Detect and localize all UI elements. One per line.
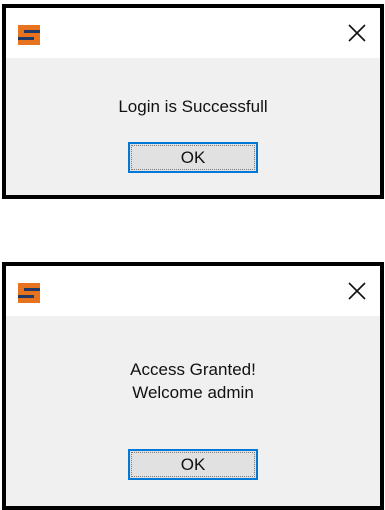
ok-button[interactable]: OK [128,142,258,173]
message-line: Login is Successfull [118,97,268,116]
close-icon [348,282,366,300]
ok-button-label: OK [180,454,206,474]
message-line: Access Granted! [130,360,256,379]
close-button[interactable] [334,8,380,58]
login-success-dialog: Login is Successfull OK [2,4,384,199]
dialog-titlebar[interactable] [6,8,380,58]
access-granted-dialog: Access Granted! Welcome admin OK [2,262,384,510]
dialog-message: Login is Successfull [6,95,380,118]
app-s-logo-icon [18,25,40,45]
ok-button-label: OK [180,147,206,167]
close-button[interactable] [334,266,380,316]
message-line: Welcome admin [132,383,254,402]
close-icon [348,24,366,42]
dialog-message: Access Granted! Welcome admin [6,358,380,404]
dialog-titlebar[interactable] [6,266,380,316]
ok-button[interactable]: OK [128,449,258,480]
app-s-logo-icon [18,283,40,303]
